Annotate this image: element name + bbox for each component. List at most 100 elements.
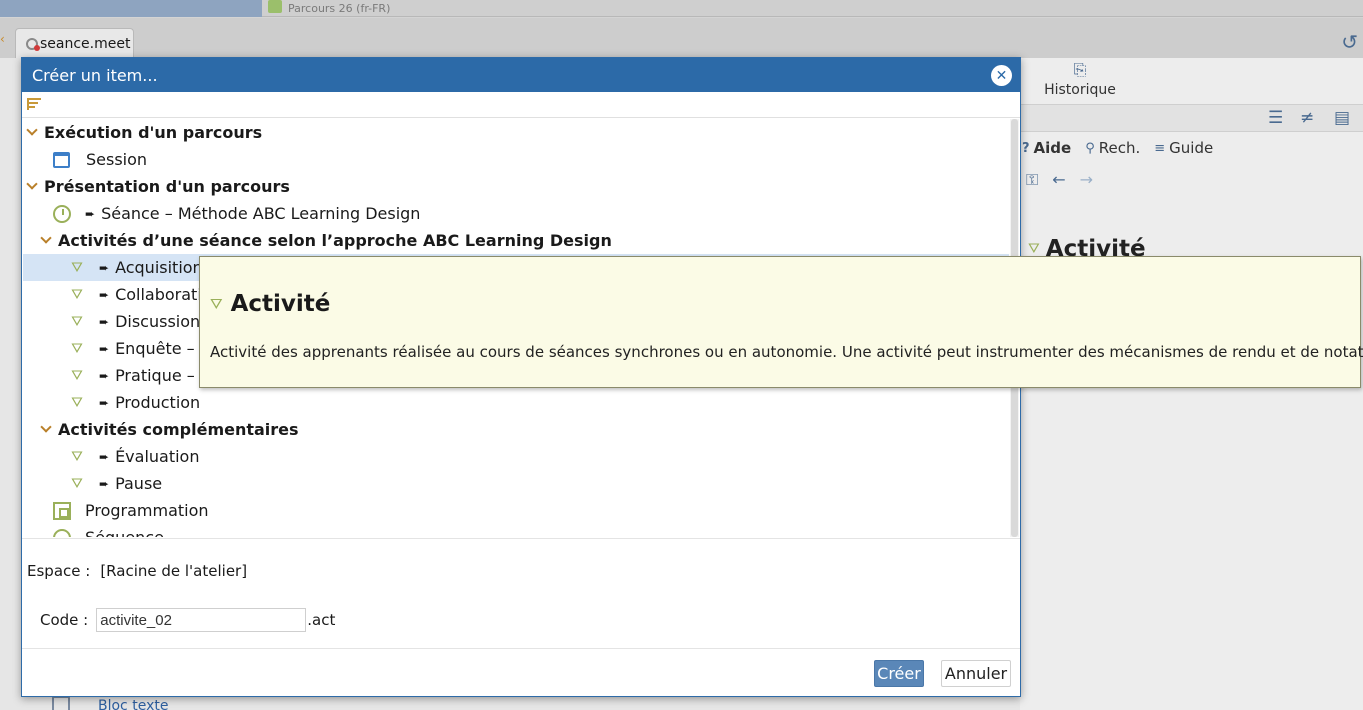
tooltip-title-text: Activité xyxy=(230,291,331,317)
code-label: Code : xyxy=(40,611,89,629)
tooltip-title: ⛛ Activité xyxy=(210,291,330,317)
tree-item-label: Acquisition xyxy=(115,258,203,277)
document-tab-label: seance.meet xyxy=(40,35,131,52)
tree-item[interactable]: Programmation xyxy=(23,497,1009,524)
espace-label: Espace : xyxy=(27,562,91,580)
tree-item-label: Pratique – xyxy=(115,366,195,385)
chevron-down-icon[interactable] xyxy=(40,232,52,244)
document-tab[interactable]: seance.meet xyxy=(15,28,134,58)
tab-rech-label: Rech. xyxy=(1098,139,1141,157)
tree-item-label: Production xyxy=(115,393,201,412)
app-tab-label: Parcours 26 (fr-FR) xyxy=(288,2,391,15)
bullet-arrow-icon: ➨ xyxy=(99,341,110,356)
tree-item[interactable]: ⛛ ➨ Pause xyxy=(23,470,1009,497)
side-tabs: ? Aide ⚲ Rech. ≡ Guide xyxy=(1020,134,1363,162)
code-extension: .act xyxy=(307,611,336,629)
tree-group[interactable]: Activités d’une séance selon l’approche … xyxy=(23,227,1009,254)
not-equal-icon[interactable]: ≠ xyxy=(1300,108,1314,128)
clock-icon xyxy=(53,204,71,223)
espace-row: Espace : [Racine de l'atelier] xyxy=(27,562,247,580)
chevron-down-icon[interactable] xyxy=(26,178,38,190)
tree-item[interactable]: ⛛ ➨ Production xyxy=(23,389,1009,416)
sort-bar xyxy=(22,92,1020,118)
sequence-icon xyxy=(53,528,71,537)
help-lookup-icon[interactable]: ⚿ xyxy=(1026,170,1038,190)
help-nav: ⚿ ← → xyxy=(1026,170,1093,190)
tree-item[interactable]: ⛛ ➨ Évaluation xyxy=(23,443,1009,470)
text-block-icon xyxy=(52,696,70,710)
bullet-arrow-icon: ➨ xyxy=(99,449,110,464)
tree-item-label: Activités complémentaires xyxy=(58,420,299,439)
activity-icon: ⛛ xyxy=(210,295,223,313)
tab-guide[interactable]: ≡ Guide xyxy=(1154,139,1213,157)
tooltip-description: Activité des apprenants réalisée au cour… xyxy=(210,343,1363,361)
tree-item-label: Programmation xyxy=(85,501,209,520)
divider xyxy=(22,648,1020,649)
forward-arrow-icon[interactable]: → xyxy=(1080,170,1093,190)
activity-icon: ⛛ xyxy=(1028,241,1040,257)
activity-icon: ⛛ xyxy=(71,394,83,411)
tree-item[interactable]: Session xyxy=(23,146,1009,173)
close-icon[interactable]: ✕ xyxy=(991,65,1012,86)
chevron-down-icon[interactable] xyxy=(40,421,52,433)
bullet-arrow-icon: ➨ xyxy=(99,395,110,410)
tree-group[interactable]: Activités complémentaires xyxy=(23,416,1009,443)
espace-value[interactable]: [Racine de l'atelier] xyxy=(100,562,247,580)
meeting-icon xyxy=(26,37,40,51)
collapse-left-icon[interactable]: ‹ xyxy=(0,32,5,46)
tree-item-label: Exécution d'un parcours xyxy=(44,123,263,142)
bullet-arrow-icon: ➨ xyxy=(99,287,110,302)
activity-icon: ⛛ xyxy=(71,259,83,276)
app-top-bar: Parcours 26 (fr-FR) xyxy=(0,0,1363,17)
tree-item-label: Activités d’une séance selon l’approche … xyxy=(58,231,612,250)
bullet-arrow-icon: ➨ xyxy=(99,368,110,383)
tree-group[interactable]: Présentation d'un parcours xyxy=(23,173,1009,200)
history-tab[interactable]: ⎘ Historique xyxy=(1040,58,1120,102)
tree-item[interactable]: Séquence xyxy=(23,524,1009,537)
code-input[interactable] xyxy=(96,608,307,632)
top-left-panel xyxy=(0,0,262,17)
code-row: Code : .act xyxy=(40,608,335,632)
bullet-arrow-icon: ➨ xyxy=(99,260,110,275)
activity-icon: ⛛ xyxy=(71,286,83,303)
tree-item-label: Séance – Méthode ABC Learning Design xyxy=(101,204,421,223)
settings-lines-icon[interactable]: ☰ xyxy=(1268,108,1283,128)
calendar-icon xyxy=(53,151,70,168)
dialog-titlebar: Créer un item... ✕ xyxy=(22,58,1020,92)
tree-item-label: Présentation d'un parcours xyxy=(44,177,290,196)
history-tab-label: Historique xyxy=(1044,82,1116,98)
divider xyxy=(22,538,1020,539)
tree-item[interactable]: ➨ Séance – Méthode ABC Learning Design xyxy=(23,200,1009,227)
chevron-down-icon[interactable] xyxy=(26,124,38,136)
sort-icon[interactable] xyxy=(27,97,41,111)
cancel-button[interactable]: Annuler xyxy=(941,660,1011,687)
search-icon: ⚲ xyxy=(1085,140,1095,156)
bullet-arrow-icon: ➨ xyxy=(85,206,96,221)
activity-icon: ⛛ xyxy=(71,340,83,357)
app-tab[interactable]: Parcours 26 (fr-FR) xyxy=(268,0,390,17)
activity-icon: ⛛ xyxy=(71,313,83,330)
dialog-title: Créer un item... xyxy=(32,65,158,85)
tree-item-label: Évaluation xyxy=(115,447,200,466)
create-button[interactable]: Créer xyxy=(874,660,924,687)
tab-guide-label: Guide xyxy=(1169,139,1214,157)
tab-aide-label: Aide xyxy=(1033,139,1072,157)
activity-icon: ⛛ xyxy=(71,367,83,384)
activity-icon: ⛛ xyxy=(71,448,83,465)
tree-item-label: Session xyxy=(86,150,148,169)
bottom-item-label[interactable]: Bloc texte xyxy=(98,698,168,710)
list-icon[interactable]: ▤ xyxy=(1334,108,1350,128)
tree-group[interactable]: Exécution d'un parcours xyxy=(23,119,1009,146)
history-icon[interactable]: ↺ xyxy=(1341,30,1358,54)
help-icon: ? xyxy=(1022,140,1030,156)
tab-aide[interactable]: ? Aide xyxy=(1022,139,1071,157)
back-arrow-icon[interactable]: ← xyxy=(1052,170,1065,190)
tree-item-label: Enquête – xyxy=(115,339,195,358)
program-icon xyxy=(53,501,71,520)
tab-rech[interactable]: ⚲ Rech. xyxy=(1085,139,1140,157)
activity-icon: ⛛ xyxy=(71,475,83,492)
tree-item-label: Pause xyxy=(115,474,163,493)
item-tooltip: ⛛ Activité Activité des apprenants réali… xyxy=(199,256,1363,388)
document-tab-row: ‹ seance.meet ↺ xyxy=(0,18,1363,58)
tree-item-label: Séquence xyxy=(85,528,164,537)
